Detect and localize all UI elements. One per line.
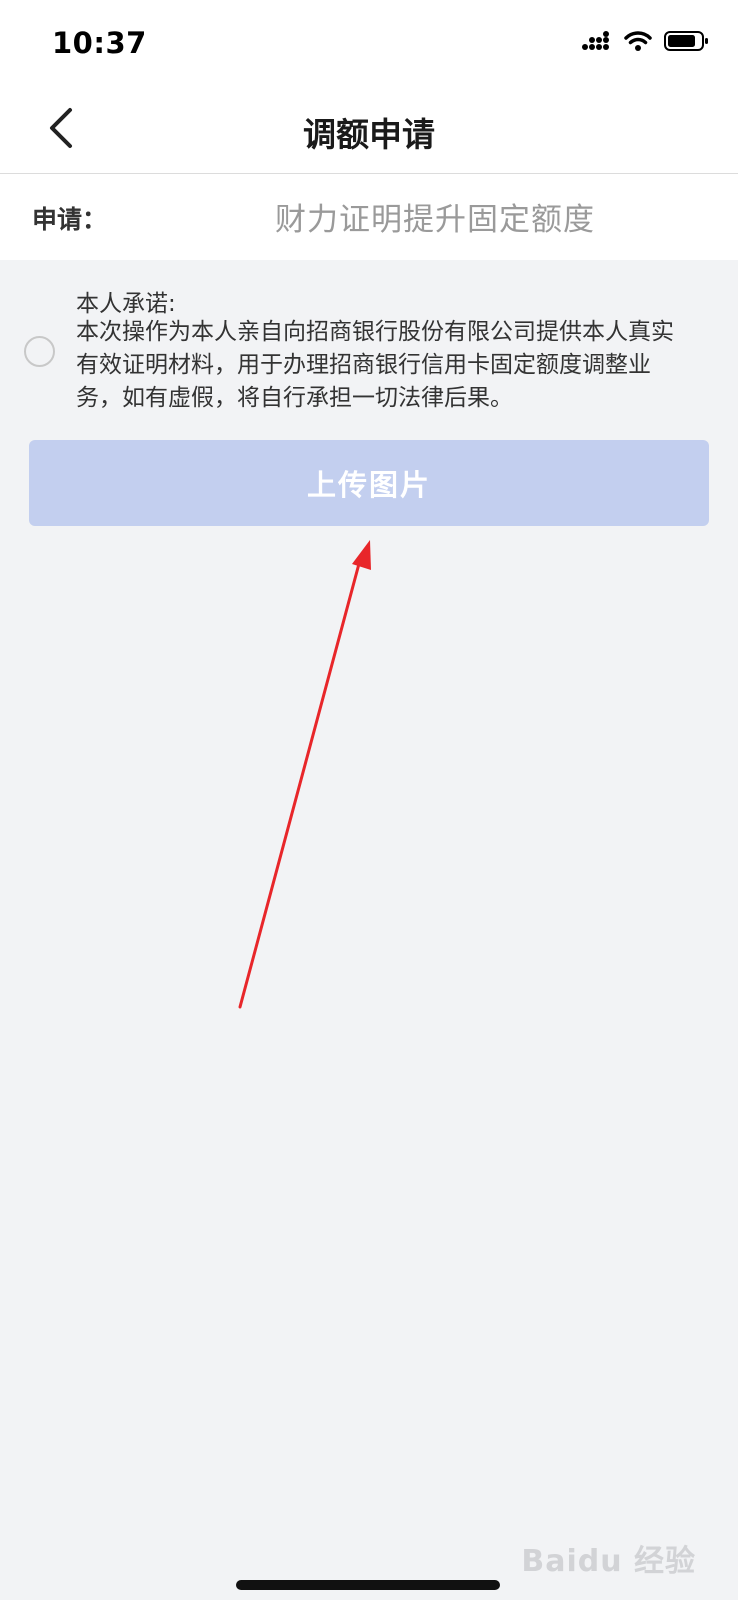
page-title: 调额申请 xyxy=(303,115,435,154)
apply-row: 申请： 财力证明提升固定额度 xyxy=(0,174,738,260)
status-bar: 10:37 xyxy=(0,0,738,90)
battery-icon xyxy=(664,30,710,56)
upload-image-button[interactable]: 上传图片 xyxy=(29,440,709,526)
baidu-watermark: Baidu 经验 xyxy=(521,1544,696,1579)
promise-radio[interactable] xyxy=(24,336,55,367)
status-icons xyxy=(582,30,710,56)
status-time: 10:37 xyxy=(52,26,147,60)
home-indicator xyxy=(236,1580,500,1590)
apply-label: 申请： xyxy=(32,205,108,234)
promise-text: 本次操作为本人亲自向招商银行股份有限公司提供本人真实有效证明材料，用于办理招商银… xyxy=(76,319,674,411)
apply-value[interactable]: 财力证明提升固定额度 xyxy=(275,194,595,239)
wifi-icon xyxy=(624,30,652,56)
promise-title: 本人承诺: xyxy=(76,291,176,317)
nav-bar: 调额申请 xyxy=(0,90,738,174)
signal-icon xyxy=(582,30,612,56)
